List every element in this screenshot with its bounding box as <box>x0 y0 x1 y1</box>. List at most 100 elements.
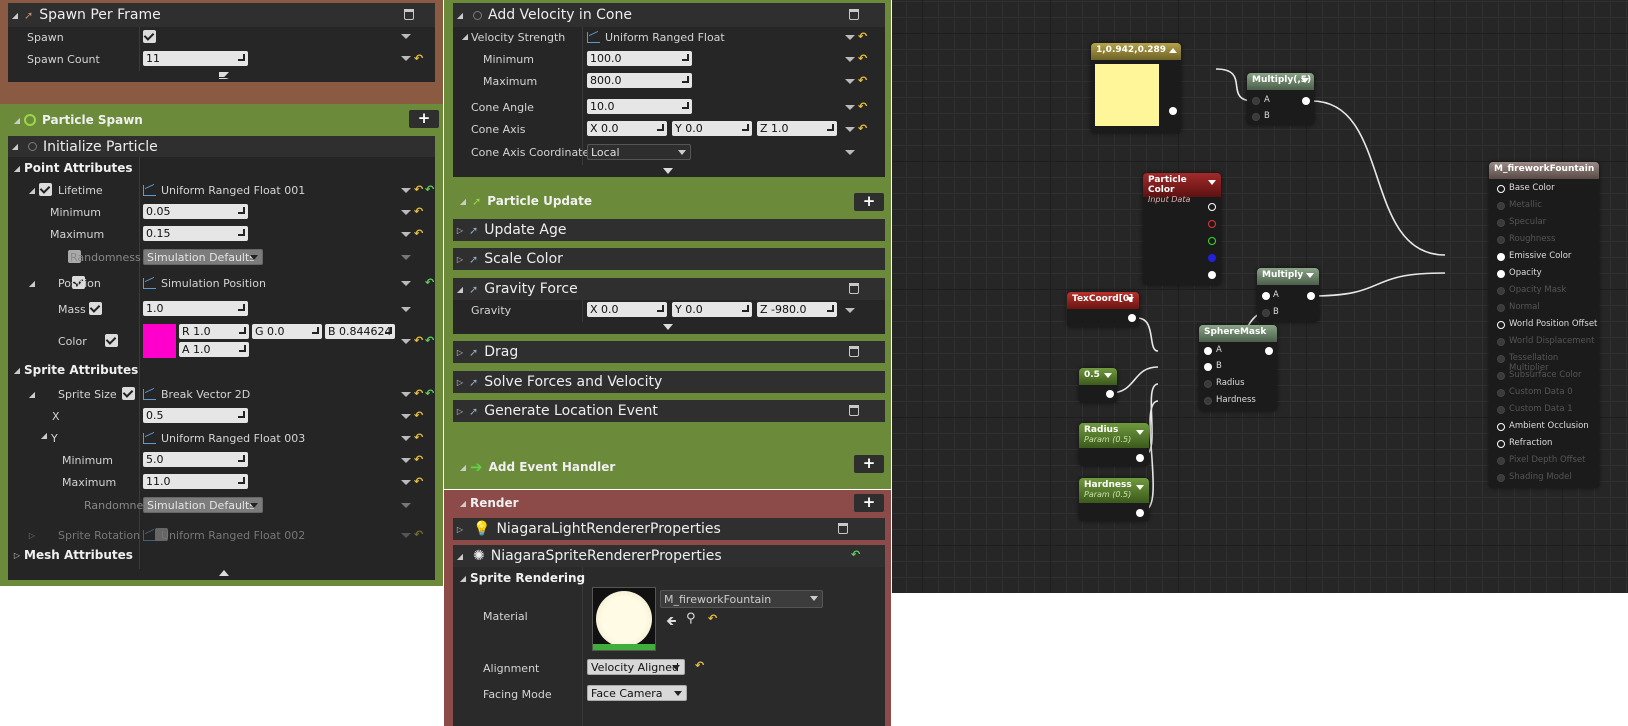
cone-axis-x-input[interactable]: X 0.0 <box>587 121 667 136</box>
update-age-row[interactable]: ▷ ➚ Update Age <box>453 219 994 241</box>
dropdown-arrow[interactable] <box>845 127 855 132</box>
dropdown-arrow[interactable] <box>401 436 411 441</box>
reset-icon[interactable]: ↶ <box>858 74 867 87</box>
material-result-node[interactable]: M_fireworkFountain Base Color Metallic Spe… <box>1489 162 1599 488</box>
expand-velocity-icon[interactable]: ◢ <box>458 32 472 41</box>
expand-sprite-size-icon[interactable]: ◢ <box>25 390 39 399</box>
texcoord-output-pin[interactable] <box>1128 314 1136 322</box>
reset-icon[interactable]: ↶ <box>414 431 423 444</box>
texcoord-node[interactable]: TexCoord[0] <box>1067 292 1139 327</box>
velocity-max-input[interactable]: 800.0 <box>587 73 692 88</box>
dropdown-arrow[interactable] <box>401 255 411 260</box>
hardness-param-node[interactable]: Hardness Param (0.5) <box>1079 478 1149 521</box>
material-pin-0[interactable] <box>1497 185 1505 193</box>
trash-icon[interactable] <box>404 9 414 20</box>
radius-param-node[interactable]: Radius Param (0.5) <box>1079 423 1149 466</box>
material-pin-2[interactable] <box>1497 219 1505 227</box>
expand-arrow-icon[interactable]: ▷ <box>453 226 467 235</box>
dropdown-arrow[interactable] <box>401 480 411 485</box>
collapse-up-icon[interactable] <box>219 570 229 576</box>
material-pin-13[interactable] <box>1497 406 1505 414</box>
particle-update-header[interactable]: ◢ ➚ Particle Update <box>456 194 592 208</box>
initialize-particle-header[interactable]: ◢ Initialize Particle <box>8 136 585 157</box>
material-pin-15[interactable] <box>1497 440 1505 448</box>
chevron-down-icon[interactable] <box>1301 78 1309 83</box>
mass-input[interactable]: 1.0 <box>143 301 248 316</box>
constant-color-node[interactable]: 1,0.942,0.289 <box>1091 43 1181 133</box>
reset-icon[interactable]: ↶ <box>414 227 423 240</box>
chevron-down-icon[interactable] <box>1126 297 1134 302</box>
expand-lifetime-icon[interactable]: ◢ <box>25 186 39 195</box>
cone-axis-z-input[interactable]: Z 1.0 <box>757 121 837 136</box>
hardness-param-output-pin[interactable] <box>1136 509 1144 517</box>
sprite-y-max-input[interactable]: 11.0 <box>143 474 248 489</box>
mass-checkbox[interactable] <box>88 302 102 315</box>
material-graph-canvas[interactable]: 1,0.942,0.289 Multiply(,5) A B Particle … <box>892 0 1628 593</box>
use-selected-arrow-icon[interactable]: 🡸 <box>666 612 677 634</box>
add-event-button[interactable]: + <box>854 455 884 473</box>
drag-row[interactable]: ▷ ➚ Drag <box>453 341 946 363</box>
expand-arrow-icon[interactable]: ▷ <box>453 348 467 357</box>
cone-angle-input[interactable]: 10.0 <box>587 99 692 114</box>
sprite-size-checkbox[interactable] <box>121 387 135 400</box>
particle-spawn-header[interactable]: ◢ Particle Spawn <box>10 112 143 128</box>
spheremask-output-pin[interactable] <box>1265 347 1273 355</box>
material-pin-11[interactable] <box>1497 372 1505 380</box>
multiply-b-pin[interactable] <box>1262 309 1270 317</box>
spheremask-hardness-pin[interactable] <box>1204 397 1212 405</box>
spheremask-radius-pin[interactable] <box>1204 380 1212 388</box>
trash-icon[interactable] <box>849 405 859 416</box>
reset-icon[interactable]: ↶ <box>414 183 423 196</box>
material-thumbnail[interactable] <box>592 587 656 651</box>
material-pin-16[interactable] <box>1497 457 1505 465</box>
scale-color-row[interactable]: ▷ ➚ Scale Color <box>453 248 990 270</box>
color-b-input[interactable]: B 0.844624 <box>325 324 395 339</box>
cone-axis-y-input[interactable]: Y 0.0 <box>672 121 752 136</box>
half-constant-node[interactable]: 0.5 <box>1079 368 1117 403</box>
spheremask-a-pin[interactable] <box>1204 347 1212 355</box>
chevron-down-icon[interactable] <box>1136 485 1144 490</box>
add-event-handler-header[interactable]: ◢ ➔ Add Event Handler <box>456 458 615 476</box>
multiply-node[interactable]: Multiply A B <box>1257 268 1319 322</box>
add-renderer-button[interactable]: + <box>854 494 884 512</box>
spheremask-b-pin[interactable] <box>1204 363 1212 371</box>
material-dropdown[interactable]: M_fireworkFountain <box>660 590 823 608</box>
dropdown-arrow[interactable] <box>401 339 411 344</box>
lifetime-max-input[interactable]: 0.15 <box>143 226 248 241</box>
chevron-down-icon[interactable] <box>1104 373 1112 378</box>
reset-icon[interactable]: ↶ <box>858 52 867 65</box>
multiply-5-b-pin[interactable] <box>1252 113 1260 121</box>
spawn-dropdown-arrow[interactable] <box>401 34 411 39</box>
spawn-per-frame-header[interactable]: ◢ ➚ Spawn Per Frame <box>8 3 588 27</box>
expand-arrow-icon[interactable] <box>663 324 673 330</box>
reset-icon[interactable]: ↶ <box>858 30 867 43</box>
dropdown-arrow[interactable] <box>401 281 411 286</box>
particle-color-r-pin[interactable] <box>1208 220 1216 228</box>
expand-y-icon[interactable]: ◢ <box>37 431 51 440</box>
velocity-min-input[interactable]: 100.0 <box>587 51 692 66</box>
dropdown-arrow[interactable] <box>401 307 411 312</box>
lifetime-mode[interactable]: Uniform Ranged Float 001 <box>143 179 305 201</box>
trash-icon[interactable] <box>849 283 859 294</box>
color-g-input[interactable]: G 0.0 <box>252 324 322 339</box>
gravity-z-input[interactable]: Z -980.0 <box>757 302 837 317</box>
dropdown-arrow[interactable] <box>401 210 411 215</box>
link-reset-icon[interactable]: ↶ <box>425 334 434 347</box>
half-constant-output-pin[interactable] <box>1106 390 1114 398</box>
material-pin-4[interactable] <box>1497 253 1505 261</box>
link-reset-icon[interactable]: ↶ <box>425 183 434 196</box>
multiply-5-node[interactable]: Multiply(,5) A B <box>1247 73 1314 125</box>
position-mode[interactable]: Simulation Position <box>143 272 266 294</box>
collapse-arrow-icon[interactable]: ◢ <box>453 285 467 294</box>
reset-icon[interactable]: ↶ <box>414 387 423 400</box>
sprite-rendering-header[interactable]: ◢ Sprite Rendering <box>456 571 585 585</box>
sprite-randomness-dropdown[interactable]: Simulation Defaults <box>143 497 263 513</box>
color-r-input[interactable]: R 1.0 <box>179 324 249 339</box>
dropdown-arrow[interactable] <box>401 232 411 237</box>
radius-param-output-pin[interactable] <box>1136 454 1144 462</box>
dropdown-arrow[interactable] <box>845 35 855 40</box>
point-attributes-header[interactable]: ◢ Point Attributes <box>10 161 133 175</box>
light-renderer-row[interactable]: ▷ 💡 NiagaraLightRendererProperties <box>453 518 1148 540</box>
color-checkbox[interactable] <box>105 334 118 347</box>
reset-icon[interactable]: ↶ <box>414 205 423 218</box>
